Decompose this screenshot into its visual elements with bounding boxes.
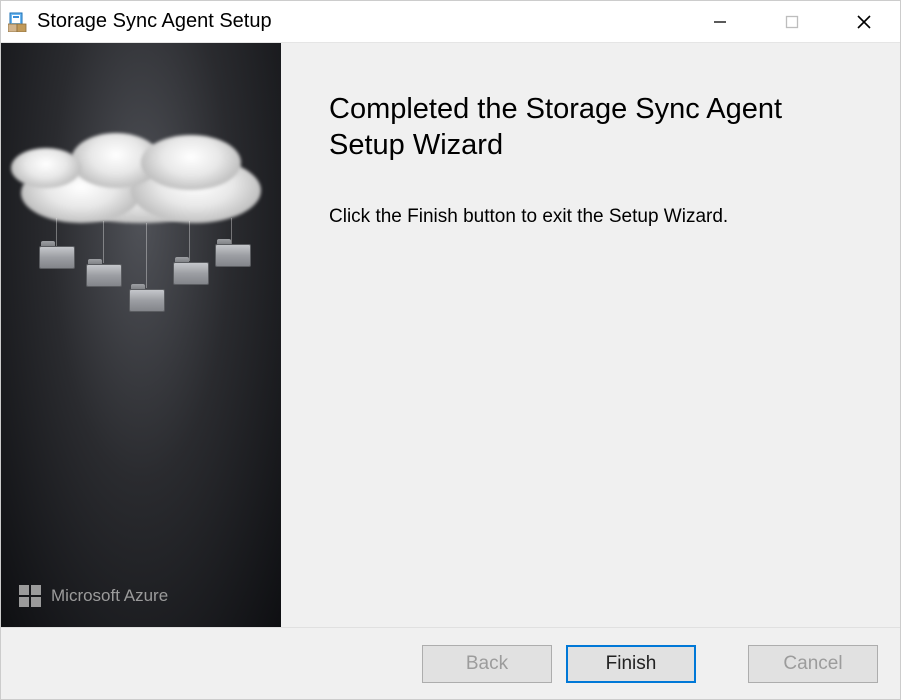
- folder-icon: [173, 259, 209, 285]
- installer-window: Storage Sync Agent Setup: [0, 0, 901, 700]
- windows-logo-icon: [19, 585, 41, 607]
- folder-icon: [86, 261, 122, 287]
- folder-icon: [129, 286, 165, 312]
- minimize-button[interactable]: [684, 1, 756, 42]
- cancel-button: Cancel: [748, 645, 878, 683]
- finish-button[interactable]: Finish: [566, 645, 696, 683]
- close-icon: [856, 14, 872, 30]
- window-controls: [684, 1, 900, 42]
- wizard-banner-image: Microsoft Azure: [1, 43, 281, 627]
- back-button: Back: [422, 645, 552, 683]
- titlebar: Storage Sync Agent Setup: [1, 1, 900, 43]
- wizard-heading: Completed the Storage Sync Agent Setup W…: [329, 91, 860, 164]
- main-panel: Completed the Storage Sync Agent Setup W…: [281, 43, 900, 627]
- installer-icon: [7, 11, 29, 33]
- maximize-icon: [785, 15, 799, 29]
- cloud-graphic: [11, 123, 271, 223]
- folder-icon: [215, 241, 251, 267]
- content-area: Microsoft Azure Completed the Storage Sy…: [1, 43, 900, 627]
- minimize-icon: [713, 15, 727, 29]
- wizard-footer: Back Finish Cancel: [1, 627, 900, 699]
- close-button[interactable]: [828, 1, 900, 42]
- azure-brand: Microsoft Azure: [19, 585, 168, 607]
- folder-icon: [39, 243, 75, 269]
- wizard-body-text: Click the Finish button to exit the Setu…: [329, 206, 860, 228]
- azure-brand-label: Microsoft Azure: [51, 586, 168, 606]
- window-title: Storage Sync Agent Setup: [37, 10, 684, 33]
- maximize-button: [756, 1, 828, 42]
